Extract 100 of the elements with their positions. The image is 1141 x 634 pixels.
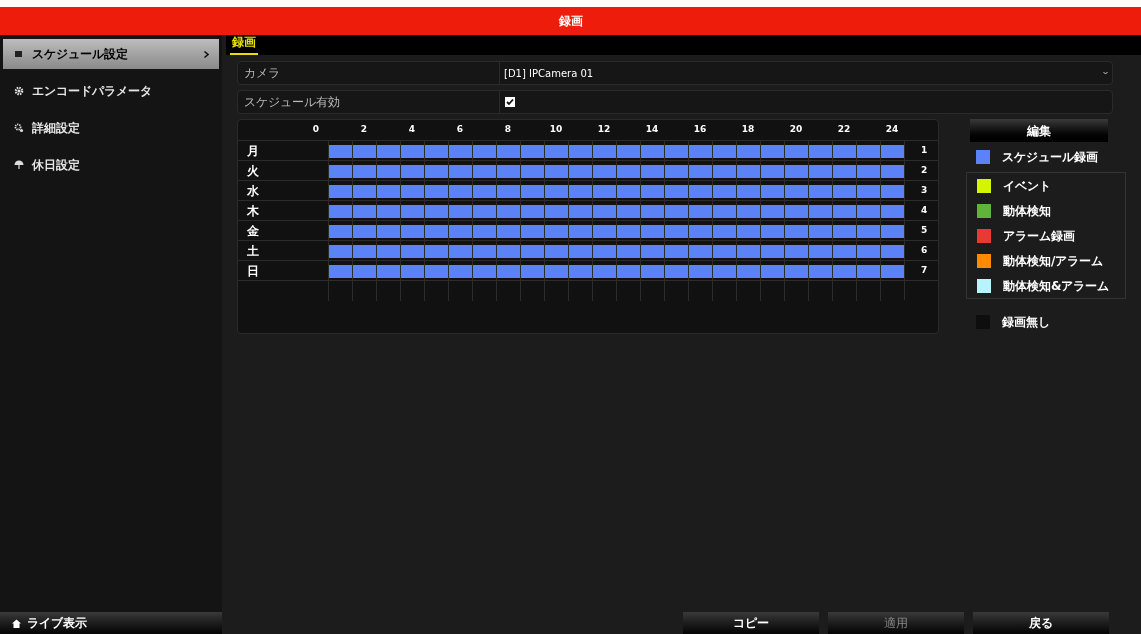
schedule-bar bbox=[761, 264, 784, 278]
schedule-bar bbox=[809, 264, 832, 278]
schedule-bar bbox=[857, 184, 880, 198]
schedule-bar bbox=[353, 244, 376, 258]
schedule-bar bbox=[569, 144, 592, 158]
hour-label: 0 bbox=[311, 123, 321, 137]
square-icon bbox=[14, 49, 24, 59]
schedule-bar bbox=[473, 164, 496, 178]
edit-button[interactable]: 編集 bbox=[970, 119, 1108, 142]
schedule-bar bbox=[425, 184, 448, 198]
schedule-bar bbox=[641, 204, 664, 218]
schedule-bar bbox=[473, 224, 496, 238]
schedule-bar bbox=[497, 184, 520, 198]
action-button[interactable]: 戻る bbox=[973, 612, 1109, 634]
schedule-bar bbox=[713, 184, 736, 198]
schedule-bar bbox=[449, 204, 472, 218]
schedule-bar bbox=[593, 244, 616, 258]
row-number: 7 bbox=[904, 261, 940, 280]
schedule-bar bbox=[809, 204, 832, 218]
schedule-bar bbox=[545, 204, 568, 218]
schedule-bar bbox=[401, 184, 424, 198]
schedule-bar bbox=[329, 164, 352, 178]
hour-label: 12 bbox=[596, 123, 612, 137]
schedule-bar bbox=[329, 204, 352, 218]
schedule-bar bbox=[641, 144, 664, 158]
schedule-bar bbox=[329, 264, 352, 278]
schedule-bar bbox=[713, 224, 736, 238]
schedule-bar bbox=[497, 264, 520, 278]
schedule-bar bbox=[449, 244, 472, 258]
schedule-bar bbox=[497, 224, 520, 238]
legend-label: 録画無し bbox=[1002, 313, 1050, 331]
hour-label: 22 bbox=[836, 123, 852, 137]
legend-label: 動体検知&アラーム bbox=[1003, 277, 1110, 295]
live-view-button[interactable]: ライブ表示 bbox=[0, 612, 222, 634]
schedule-bar bbox=[809, 184, 832, 198]
hour-label: 24 bbox=[884, 123, 900, 137]
schedule-bar bbox=[329, 244, 352, 258]
schedule-bar bbox=[521, 264, 544, 278]
sidebar-item[interactable]: スケジュール設定 bbox=[3, 39, 219, 69]
caret-icon bbox=[1103, 71, 1108, 75]
sidebar-item[interactable]: エンコードパラメータ bbox=[3, 76, 219, 106]
hour-label: 8 bbox=[503, 123, 513, 137]
row-number: 5 bbox=[904, 221, 940, 240]
schedule-bar bbox=[785, 184, 808, 198]
schedule-bar bbox=[881, 164, 904, 178]
gears-icon bbox=[14, 123, 24, 133]
schedule-bar bbox=[689, 244, 712, 258]
schedule-bar bbox=[881, 144, 904, 158]
schedule-bar bbox=[329, 224, 352, 238]
camera-dropdown[interactable]: [D1] IPCamera 01 bbox=[500, 62, 1112, 84]
schedule-bar bbox=[809, 244, 832, 258]
hour-label: 10 bbox=[548, 123, 564, 137]
schedule-bar bbox=[353, 204, 376, 218]
row-number: 2 bbox=[904, 161, 940, 180]
schedule-bar bbox=[353, 144, 376, 158]
day-label: 土 bbox=[246, 242, 260, 260]
schedule-bar bbox=[497, 244, 520, 258]
action-button[interactable]: コピー bbox=[683, 612, 819, 634]
schedule-bar bbox=[497, 204, 520, 218]
schedule-bar bbox=[569, 264, 592, 278]
schedule-bar bbox=[881, 244, 904, 258]
row-number: 6 bbox=[904, 241, 940, 260]
schedule-bar bbox=[473, 204, 496, 218]
schedule-bar bbox=[377, 204, 400, 218]
schedule-bar bbox=[689, 264, 712, 278]
schedule-bar bbox=[377, 264, 400, 278]
schedule-bar bbox=[737, 164, 760, 178]
gear-icon bbox=[14, 86, 24, 96]
schedule-bar bbox=[569, 224, 592, 238]
umbrella-icon bbox=[14, 160, 24, 170]
schedule-bar bbox=[833, 224, 856, 238]
schedule-bar bbox=[809, 144, 832, 158]
checkbox[interactable] bbox=[505, 97, 515, 107]
schedule-bar bbox=[401, 244, 424, 258]
schedule-bar bbox=[665, 224, 688, 238]
schedule-bar bbox=[761, 184, 784, 198]
schedule-bar bbox=[617, 244, 640, 258]
tab[interactable]: 録画 bbox=[230, 33, 258, 55]
schedule-bar bbox=[425, 204, 448, 218]
schedule-bar bbox=[593, 164, 616, 178]
sidebar-item[interactable]: 休日設定 bbox=[3, 150, 219, 180]
schedule-bar bbox=[665, 244, 688, 258]
schedule-bar bbox=[617, 184, 640, 198]
schedule-bar bbox=[809, 224, 832, 238]
schedule-bar bbox=[569, 164, 592, 178]
schedule-bar bbox=[833, 204, 856, 218]
schedule-bar bbox=[785, 244, 808, 258]
schedule-bar bbox=[833, 184, 856, 198]
schedule-bar bbox=[665, 264, 688, 278]
legend-label: アラーム録画 bbox=[1003, 227, 1075, 245]
schedule-bar bbox=[569, 184, 592, 198]
schedule-bar bbox=[881, 204, 904, 218]
schedule-grid[interactable]: 0 2 4 6 8 10 12 14 16 18 20 22 24 月 1 火 2 水 3 木 4 金 5 土 6 日 7 bbox=[237, 119, 939, 334]
schedule-bar bbox=[617, 264, 640, 278]
sidebar-item[interactable]: 詳細設定 bbox=[3, 113, 219, 143]
schedule-bar bbox=[857, 244, 880, 258]
schedule-bar bbox=[785, 224, 808, 238]
schedule-bar bbox=[833, 144, 856, 158]
schedule-bar bbox=[521, 184, 544, 198]
schedule-bar bbox=[521, 204, 544, 218]
